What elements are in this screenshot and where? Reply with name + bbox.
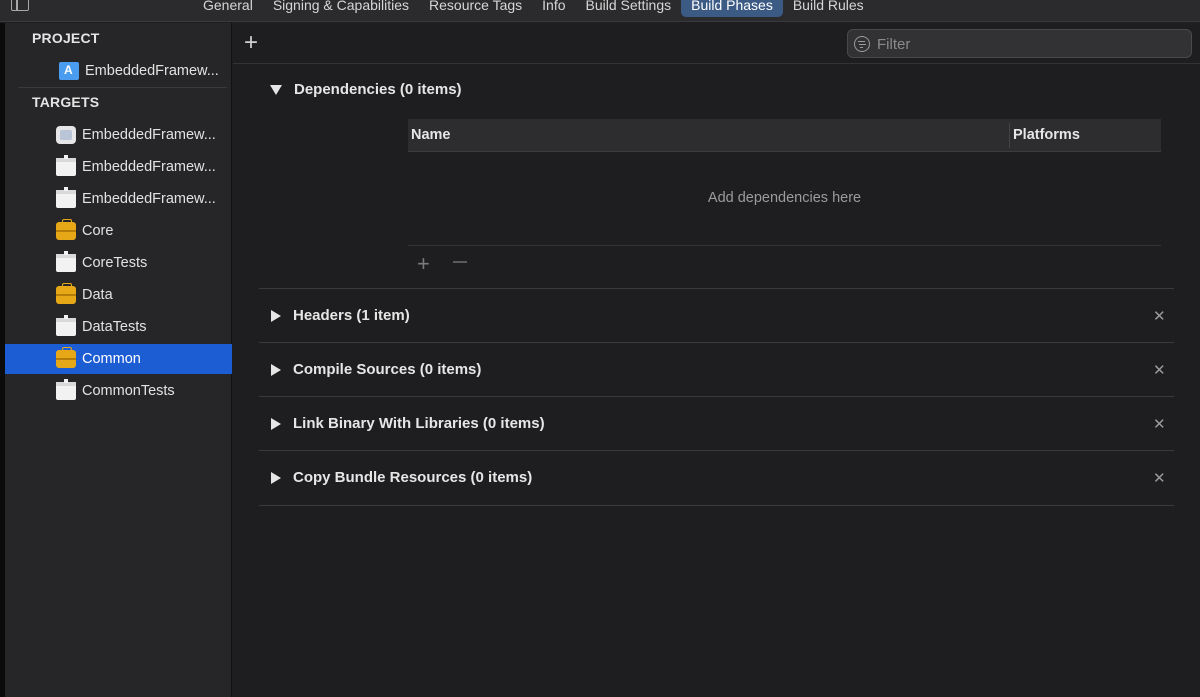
tab-build-phases[interactable]: Build Phases (681, 0, 783, 17)
disclosure-triangle-collapsed-icon[interactable] (271, 309, 281, 322)
sidebar-item-label: EmbeddedFramew... (82, 159, 216, 175)
column-platforms[interactable]: Platforms (1013, 127, 1080, 143)
disclosure-triangle-collapsed-icon[interactable] (271, 363, 281, 376)
app-icon (56, 126, 76, 144)
editor-tab-bar: General Signing & Capabilities Resource … (0, 0, 1200, 22)
sidebar-item-target[interactable]: EmbeddedFramew... (5, 152, 232, 182)
add-build-phase-button[interactable]: + (241, 31, 261, 55)
filter-field[interactable] (847, 29, 1192, 58)
sidebar-item-core[interactable]: Core (5, 216, 232, 246)
column-divider (1009, 123, 1010, 148)
phase-title: Dependencies (0 items) (294, 81, 462, 98)
sidebar-item-label: EmbeddedFramew... (82, 127, 216, 143)
sidebar-item-target[interactable]: EmbeddedFramew... (5, 184, 232, 214)
sidebar-item-coretests[interactable]: CoreTests (5, 248, 232, 278)
framework-icon (56, 283, 76, 304)
sidebar-toggle-icon[interactable] (11, 0, 29, 11)
project-file-icon (59, 62, 79, 80)
delete-phase-link-binary-button[interactable]: ✕ (1153, 415, 1166, 433)
phase-dependencies-header[interactable]: Dependencies (0 items) (270, 81, 462, 98)
phase-copy-bundle-resources-header[interactable]: Copy Bundle Resources (0 items) (270, 469, 532, 486)
phase-headers-header[interactable]: Headers (1 item) (270, 307, 410, 324)
divider (259, 288, 1174, 289)
sidebar-item-label: Data (82, 287, 113, 303)
bundle-icon (56, 315, 76, 336)
sidebar-item-label: EmbeddedFramew... (85, 63, 219, 79)
filter-icon (854, 36, 870, 52)
framework-icon (56, 347, 76, 368)
column-name[interactable]: Name (411, 127, 451, 143)
tabs: General Signing & Capabilities Resource … (193, 0, 874, 17)
phase-compile-sources-header[interactable]: Compile Sources (0 items) (270, 361, 481, 378)
sidebar-item-common[interactable]: Common (5, 344, 232, 374)
sidebar-item-commontests[interactable]: CommonTests (5, 376, 232, 406)
disclosure-triangle-collapsed-icon[interactable] (271, 417, 281, 430)
project-target-sidebar: PROJECT EmbeddedFramew... TARGETS Embedd… (5, 23, 232, 697)
sidebar-item-label: Core (82, 223, 114, 239)
tab-resource-tags[interactable]: Resource Tags (419, 0, 532, 17)
sidebar-item-data[interactable]: Data (5, 280, 232, 310)
bundle-icon (56, 251, 76, 272)
divider (259, 396, 1174, 397)
sidebar-item-target[interactable]: EmbeddedFramew... (5, 120, 232, 150)
divider (408, 245, 1161, 246)
delete-phase-copy-bundle-button[interactable]: ✕ (1153, 469, 1166, 487)
tab-signing-capabilities[interactable]: Signing & Capabilities (263, 0, 419, 17)
tab-build-rules[interactable]: Build Rules (783, 0, 874, 17)
sidebar-item-project[interactable]: EmbeddedFramew... (5, 56, 232, 86)
add-dependency-button[interactable]: + (417, 251, 430, 277)
phases-toolbar: + (233, 23, 1200, 64)
disclosure-triangle-expanded-icon[interactable] (270, 84, 282, 95)
filter-input[interactable] (877, 34, 1177, 54)
divider (259, 505, 1174, 506)
sidebar-item-label: CommonTests (82, 383, 175, 399)
sidebar-item-label: CoreTests (82, 255, 148, 271)
delete-phase-compile-sources-button[interactable]: ✕ (1153, 361, 1166, 379)
phase-title: Link Binary With Libraries (0 items) (293, 415, 545, 432)
bundle-icon (56, 379, 76, 400)
build-phases-editor: + Dependencies (0 items) Name Platforms … (233, 23, 1200, 697)
tab-build-settings[interactable]: Build Settings (576, 0, 682, 17)
targets-section-header: TARGETS (32, 94, 100, 110)
phase-link-binary-header[interactable]: Link Binary With Libraries (0 items) (270, 415, 545, 432)
sidebar-item-label: Common (82, 351, 141, 367)
bundle-icon (56, 187, 76, 208)
disclosure-triangle-collapsed-icon[interactable] (271, 471, 281, 484)
project-section-header: PROJECT (32, 30, 100, 46)
sidebar-item-datatests[interactable]: DataTests (5, 312, 232, 342)
delete-phase-headers-button[interactable]: ✕ (1153, 307, 1166, 325)
sidebar-item-label: DataTests (82, 319, 147, 335)
remove-dependency-button[interactable] (453, 261, 467, 263)
framework-icon (56, 219, 76, 240)
divider (259, 342, 1174, 343)
tab-general[interactable]: General (193, 0, 263, 17)
divider (18, 87, 227, 88)
phase-title: Compile Sources (0 items) (293, 361, 482, 378)
dependencies-table-header: Name Platforms (408, 119, 1161, 152)
dependencies-empty-text: Add dependencies here (707, 190, 862, 206)
tab-info[interactable]: Info (532, 0, 575, 17)
divider (259, 450, 1174, 451)
bundle-icon (56, 155, 76, 176)
sidebar-item-label: EmbeddedFramew... (82, 191, 216, 207)
phase-title: Copy Bundle Resources (0 items) (293, 469, 533, 486)
phase-title: Headers (1 item) (293, 307, 410, 324)
